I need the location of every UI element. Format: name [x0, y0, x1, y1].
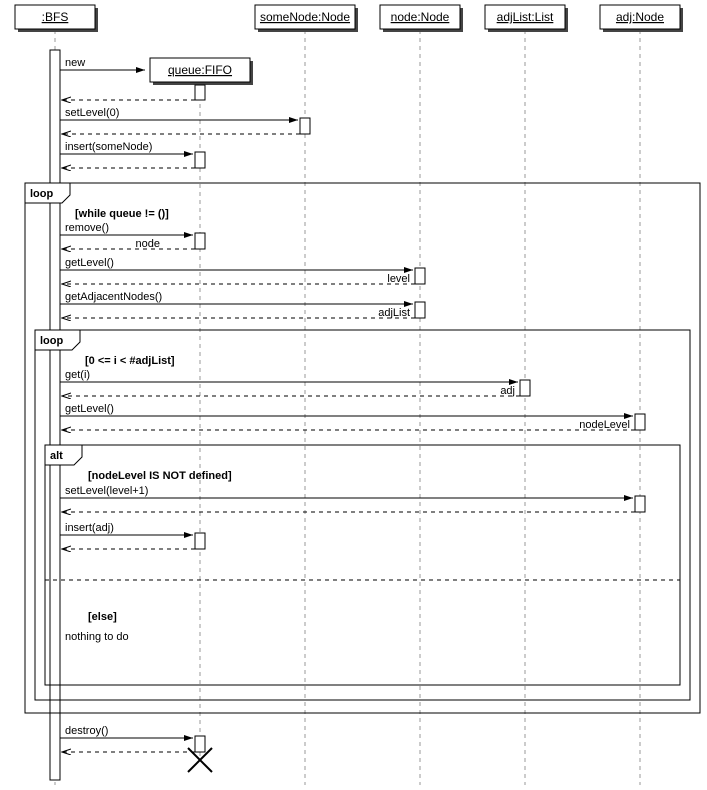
guard-whilequeue: [while queue != ()] [75, 208, 169, 220]
activation-setlevel-plus1 [635, 496, 645, 512]
frame-alt-label: alt [50, 450, 63, 462]
msg-new-label: new [65, 57, 85, 69]
activation-setlevel0 [300, 118, 310, 134]
guard-else: [else] [88, 611, 117, 623]
frame-loop2-label: loop [40, 335, 63, 347]
msg-insert-adj-label: insert(adj) [65, 522, 114, 534]
activation-geti [520, 380, 530, 396]
msg-getlevel-adj-label: getLevel() [65, 403, 114, 415]
activation-remove [195, 233, 205, 249]
msg-insert-somenode-label: insert(someNode) [65, 141, 152, 153]
activation-queue-new [195, 85, 205, 100]
return-geti-label: adj [500, 385, 515, 397]
msg-getadjacent-label: getAdjacentNodes() [65, 291, 162, 303]
msg-remove-label: remove() [65, 222, 109, 234]
activation-insert-adj [195, 533, 205, 549]
return-getlevel-label: level [387, 273, 410, 285]
msg-geti-label: get(i) [65, 369, 90, 381]
participant-node-label: node:Node [391, 10, 450, 24]
participant-adjlist-label: adjList:List [497, 10, 554, 24]
activation-insert-somenode [195, 152, 205, 168]
participant-bfs-label: :BFS [42, 10, 69, 24]
msg-nothing: nothing to do [65, 631, 129, 643]
sequence-diagram: :BFS someNode:Node node:Node adjList:Lis… [0, 0, 707, 790]
guard-forloop: [0 <= i < #adjList] [85, 355, 175, 367]
msg-getlevel-label: getLevel() [65, 257, 114, 269]
return-getadjacent-label: adjList [378, 307, 410, 319]
frame-loop2 [35, 330, 690, 700]
activation-getlevel-adj [635, 414, 645, 430]
return-remove-label: node [136, 238, 160, 250]
msg-setlevel-plus1-label: setLevel(level+1) [65, 485, 148, 497]
activation-getadjacent [415, 302, 425, 318]
guard-notdefined: [nodeLevel IS NOT defined] [88, 470, 232, 482]
msg-destroy-label: destroy() [65, 725, 108, 737]
frame-loop1-label: loop [30, 188, 53, 200]
activation-destroy [195, 736, 205, 752]
participant-somenode-label: someNode:Node [260, 10, 350, 24]
return-getlevel-adj-label: nodeLevel [579, 419, 630, 431]
activation-bfs [50, 50, 60, 780]
participant-queue-label: queue:FIFO [168, 63, 232, 77]
msg-setlevel0-label: setLevel(0) [65, 107, 119, 119]
activation-getlevel [415, 268, 425, 284]
participant-adj-label: adj:Node [616, 10, 664, 24]
